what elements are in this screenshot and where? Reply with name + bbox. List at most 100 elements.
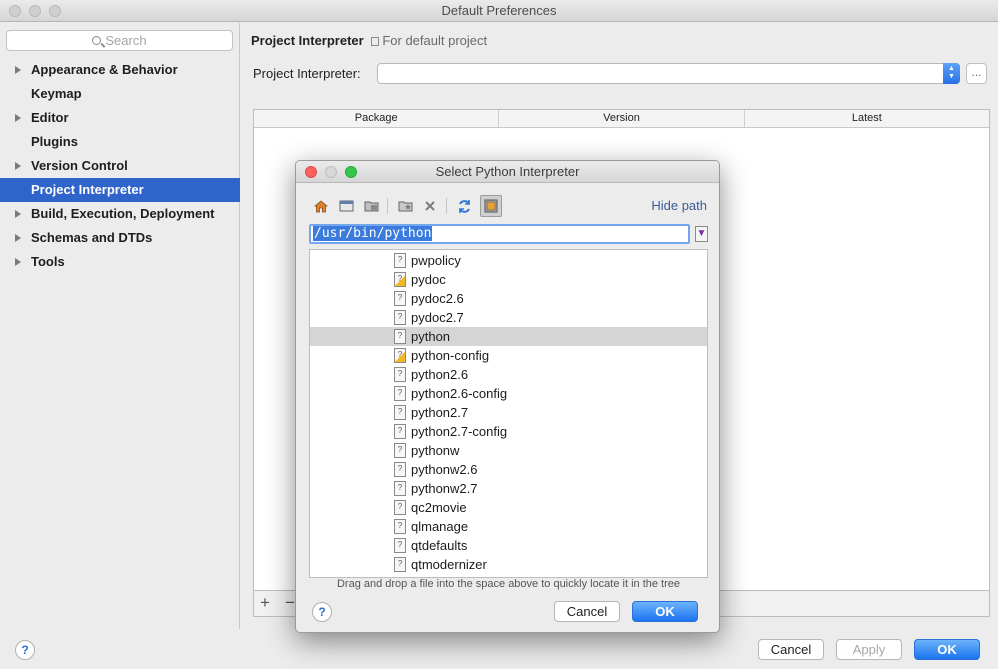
sidebar-item-label: Keymap [31,86,82,101]
dialog-ok-button[interactable]: OK [632,601,698,622]
file-icon: ? [394,386,406,401]
path-history-icon[interactable]: ▼ [695,226,708,242]
cancel-button[interactable]: Cancel [758,639,824,660]
sidebar: Search Appearance & Behavior Keymap Editor… [0,23,240,629]
file-tree-item[interactable]: ? pydoc [310,270,707,289]
sidebar-item-label: Editor [31,110,69,125]
dialog-help-button[interactable]: ? [312,602,332,622]
chevron-right-icon[interactable] [15,114,21,122]
sidebar-item[interactable]: Keymap [0,82,240,106]
hide-path-link[interactable]: Hide path [651,198,707,213]
file-tree[interactable]: ? pwpolicy? pydoc? pydoc2.6? pydoc2.7? python… [309,249,708,578]
add-package-button[interactable]: + [260,593,270,613]
executable-file-icon: ? [394,348,406,363]
file-tree-item[interactable]: ? python-config [310,346,707,365]
home-icon[interactable] [312,197,330,215]
sidebar-item-label: Tools [31,254,65,269]
apply-button[interactable]: Apply [836,639,902,660]
file-name: pythonw2.6 [411,462,478,477]
close-window-button[interactable] [9,5,21,17]
delete-icon[interactable] [421,197,439,215]
breadcrumb: Project Interpreter For default project [251,33,487,48]
chevron-right-icon[interactable] [15,258,21,266]
minimize-window-button[interactable] [29,5,41,17]
show-hidden-files-icon[interactable] [480,195,502,217]
path-value: /usr/bin/python [313,226,433,241]
path-input[interactable]: /usr/bin/python [309,224,690,244]
file-tree-item[interactable]: ? pythonw [310,441,707,460]
sidebar-item-label: Schemas and DTDs [31,230,153,245]
sidebar-item[interactable]: Version Control [0,154,240,178]
file-tree-item[interactable]: ? pydoc2.6 [310,289,707,308]
search-input[interactable]: Search [6,30,233,51]
preferences-footer: ? Cancel Apply OK [0,629,998,669]
file-tree-item[interactable]: ? python2.6-config [310,384,707,403]
drag-drop-hint: Drag and drop a file into the space abov… [336,578,681,590]
file-tree-item[interactable]: ? qtmodernizer [310,555,707,574]
zoom-window-button[interactable] [49,5,61,17]
file-tree-item[interactable]: ? python2.7 [310,403,707,422]
column-header[interactable]: Package [254,110,500,127]
desktop-icon[interactable] [337,197,355,215]
more-interpreters-button[interactable]: ... [966,63,987,84]
file-tree-item[interactable]: ? pythonw2.7 [310,479,707,498]
executable-file-icon: ? [394,272,406,287]
file-icon: ? [394,291,406,306]
file-tree-item[interactable]: ? python [310,327,707,346]
file-icon: ? [394,538,406,553]
ok-button[interactable]: OK [914,639,980,660]
file-name: python2.7-config [411,424,508,439]
column-header[interactable]: Latest [745,110,989,127]
file-tree-item[interactable]: ? pydoc2.7 [310,308,707,327]
sidebar-item-label: Version Control [31,158,128,173]
project-folder-icon[interactable] [362,197,380,215]
dialog-toolbar [312,195,509,217]
help-button[interactable]: ? [15,640,35,660]
search-placeholder: Search [105,33,147,48]
remove-package-button[interactable]: − [285,593,295,613]
sidebar-item[interactable]: Schemas and DTDs [0,226,240,250]
file-icon: ? [394,519,406,534]
file-name: pythonw2.7 [411,481,478,496]
refresh-icon[interactable] [455,197,473,215]
dialog-cancel-button[interactable]: Cancel [554,601,620,622]
file-tree-item[interactable]: ? qc2movie [310,498,707,517]
file-icon: ? [394,253,406,268]
interpreter-label: Project Interpreter: [253,66,361,81]
toolbar-separator [446,198,447,214]
new-folder-icon[interactable] [396,197,414,215]
dialog-minimize-button[interactable] [325,166,337,178]
chevron-right-icon[interactable] [15,66,21,74]
file-name: python-config [411,348,490,363]
file-icon: ? [394,367,406,382]
file-icon: ? [394,329,406,344]
file-tree-item[interactable]: ? pwpolicy [310,251,707,270]
file-tree-item[interactable]: ? qlmanage [310,517,707,536]
dialog-close-button[interactable] [305,166,317,178]
file-name: qtmodernizer [411,557,487,572]
chevron-updown-icon[interactable]: ▲ ▼ [943,63,960,84]
chevron-right-icon[interactable] [15,210,21,218]
file-tree-item[interactable]: ? qtdefaults [310,536,707,555]
interpreter-select[interactable]: ▲ ▼ [377,63,960,84]
search-icon [92,36,102,45]
sidebar-item[interactable]: Project Interpreter [0,178,240,202]
sidebar-item[interactable]: Editor [0,106,240,130]
sidebar-item[interactable]: Plugins [0,130,240,154]
dialog-zoom-button[interactable] [345,166,357,178]
column-header[interactable]: Version [499,110,745,127]
file-icon: ? [394,310,406,325]
file-tree-item[interactable]: ? python2.7-config [310,422,707,441]
sidebar-item-label: Plugins [31,134,78,149]
file-icon: ? [394,481,406,496]
sidebar-item[interactable]: Appearance & Behavior [0,58,240,82]
file-tree-item[interactable]: ? python2.6 [310,365,707,384]
document-icon [371,37,380,46]
chevron-right-icon[interactable] [15,234,21,242]
sidebar-item-label: Project Interpreter [31,182,144,197]
file-tree-item[interactable]: ? pythonw2.6 [310,460,707,479]
chevron-right-icon[interactable] [15,162,21,170]
sidebar-item-label: Appearance & Behavior [31,62,178,77]
sidebar-item[interactable]: Tools [0,250,240,274]
sidebar-item[interactable]: Build, Execution, Deployment [0,202,240,226]
